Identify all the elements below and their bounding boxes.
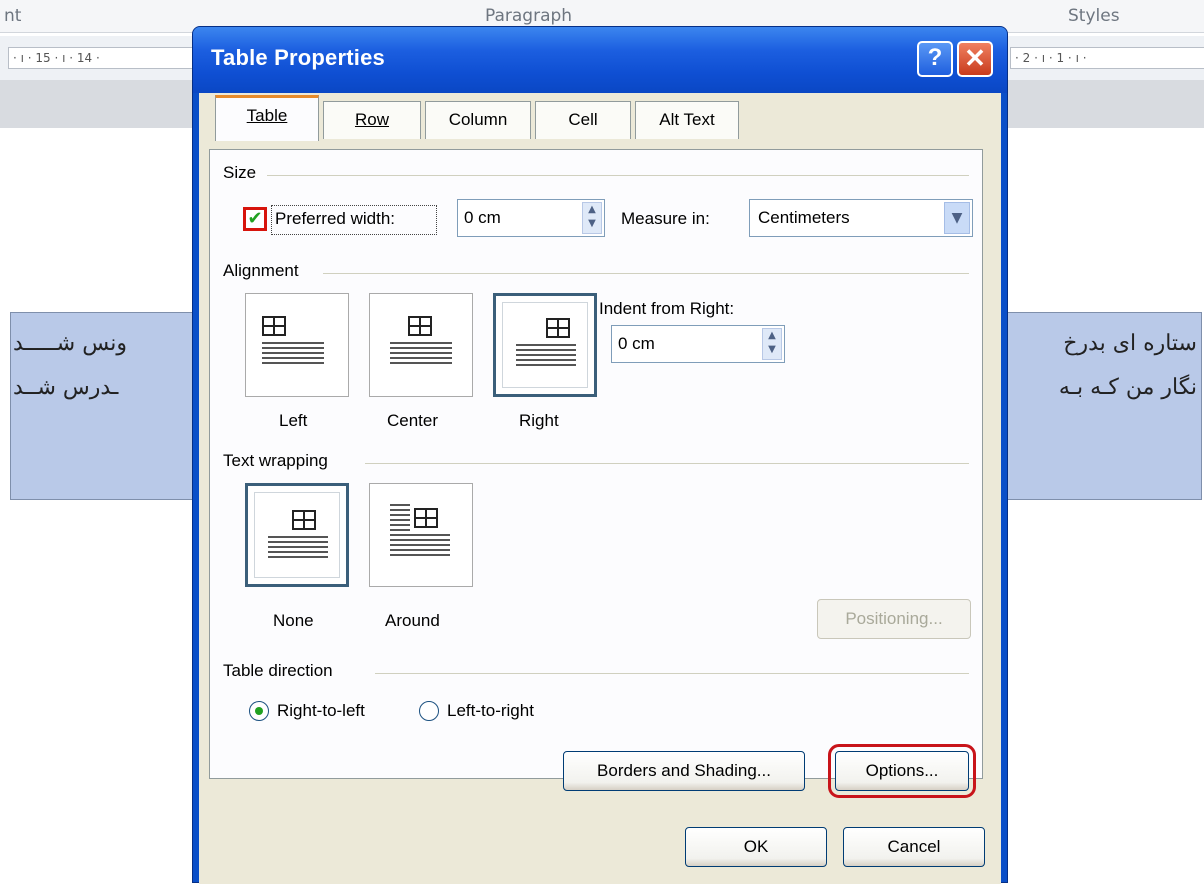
measure-in-select[interactable]: Centimeters ▼ [749,199,973,237]
table-grid-icon [414,508,438,528]
tab-row[interactable]: Row [323,101,421,139]
right-to-left-label: Right-to-left [277,701,365,720]
doc-text-line: ستاره ای بدرخ [1063,331,1197,356]
ribbon-styles-group-label: Styles [1068,6,1120,26]
preferred-width-label: Preferred width: [275,209,395,228]
group-divider [375,673,969,674]
tab-alt-text[interactable]: Alt Text [635,101,739,139]
wrap-around-option[interactable] [369,483,473,587]
wrap-none-option[interactable] [245,483,349,587]
wrap-none-label: None [273,611,314,630]
tab-column[interactable]: Column [425,101,531,139]
preferred-width-value: 0 cm [464,208,501,227]
text-wrapping-group-label: Text wrapping [223,451,328,470]
doc-text-line: ونس شـــــد [13,331,127,356]
size-group-label: Size [223,163,257,182]
group-divider [365,463,969,464]
tab-column-label: Column [448,110,508,129]
selection-frame [254,492,340,578]
spinner-arrows-icon[interactable]: ▲ ▼ [582,202,602,234]
indent-spinner[interactable]: 0 cm ▲ ▼ [611,325,785,363]
preferred-width-spinner[interactable]: 0 cm ▲ ▼ [457,199,605,237]
table-properties-dialog: Table Properties ? ✕ Table Row Column Ce… [192,26,1008,884]
measure-in-label: Measure in: [621,209,710,228]
table-grid-icon [546,318,570,338]
ok-button[interactable]: OK [685,827,827,867]
chevron-down-icon[interactable]: ▼ [944,202,970,234]
options-button[interactable]: Options... [828,744,976,798]
dialog-title: Table Properties [211,45,385,70]
text-lines-icon [516,344,576,366]
ribbon-paragraph-group-label: Paragraph [485,6,573,26]
tab-cell-label: Cell [568,110,598,129]
tab-row-label: Row [354,110,389,129]
doc-text-line: ـدرس شــد [13,375,119,400]
left-to-right-label: Left-to-right [447,701,534,720]
preferred-width-checkbox[interactable]: ✔ [243,207,267,231]
align-left-label: Left [279,411,308,430]
align-right-option[interactable] [493,293,597,397]
cancel-button[interactable]: Cancel [843,827,985,867]
positioning-button[interactable]: Positioning... [817,599,971,639]
tab-cell[interactable]: Cell [535,101,631,139]
help-button[interactable]: ? [917,41,953,77]
table-grid-icon [408,316,432,336]
tab-alt-text-label: Alt Text [659,110,715,129]
dialog-body: Table Row Column Cell Alt Text Size ✔ Pr… [199,93,1001,884]
alignment-group-label: Alignment [223,261,299,280]
ribbon-font-group-label: nt [4,6,22,26]
group-divider [267,175,969,176]
right-to-left-radio[interactable] [249,701,269,721]
horizontal-ruler-right[interactable]: · 2 · ı · 1 · ı · [1010,47,1204,69]
close-button[interactable]: ✕ [957,41,993,77]
align-left-option[interactable] [245,293,349,397]
spinner-arrows-icon[interactable]: ▲ ▼ [762,328,782,360]
text-lines-icon [390,534,450,556]
doc-text-line: نگار من کـه بـه [1058,375,1197,400]
dialog-titlebar[interactable]: Table Properties ? ✕ [193,27,1007,93]
align-center-label: Center [387,411,439,430]
horizontal-ruler-left[interactable]: · ı · 15 · ı · 14 · [8,47,202,69]
text-lines-icon [268,536,328,558]
table-grid-icon [262,316,286,336]
group-divider [323,273,969,274]
indent-from-right-label: Indent from Right: [599,299,735,318]
radio-selected-dot [255,707,263,715]
align-center-option[interactable] [369,293,473,397]
text-lines-icon [390,342,452,364]
text-lines-icon [390,504,410,536]
left-to-right-radio[interactable] [419,701,439,721]
wrap-around-label: Around [385,611,440,630]
indent-value: 0 cm [618,334,655,353]
borders-and-shading-button[interactable]: Borders and Shading... [563,751,805,791]
table-direction-group-label: Table direction [223,661,333,680]
align-right-label: Right [519,411,559,430]
table-grid-icon [292,510,316,530]
tab-table[interactable]: Table [215,95,319,141]
text-lines-icon [262,342,324,364]
tab-table-label: Table [246,106,288,125]
measure-in-value: Centimeters [758,208,850,227]
